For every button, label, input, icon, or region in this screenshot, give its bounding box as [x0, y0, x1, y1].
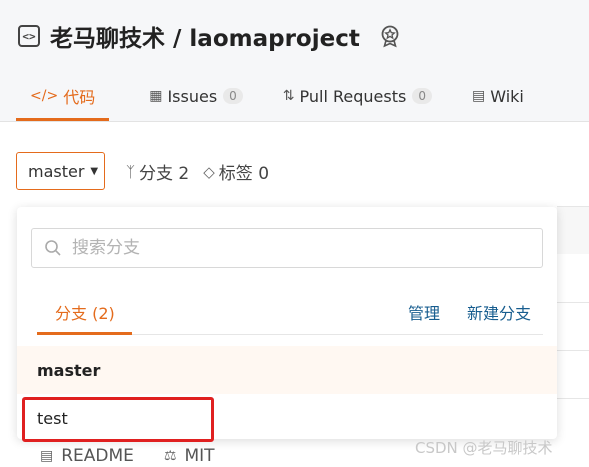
current-branch-label: master [28, 161, 85, 181]
document-icon: ▤ [40, 448, 54, 464]
branch-meta: ᛉ 分支 2 ◇ 标签 0 [126, 159, 283, 185]
new-branch-link[interactable]: 新建分支 [467, 300, 531, 324]
divider [557, 398, 589, 399]
watermark: CSDN @老马聊技术 [415, 439, 553, 457]
branch-select-dropdown[interactable]: master ▼ [16, 152, 105, 190]
tab-label: 代码 [63, 88, 96, 107]
issues-icon: ▦ [149, 88, 163, 104]
tag-icon: ◇ [203, 162, 215, 181]
repo-tabs: </> 代码 ▦ Issues 0 ⇅ Pull Requests 0 ▤ Wi… [16, 80, 564, 122]
award-icon[interactable] [376, 22, 404, 50]
branch-dropdown-tabs: 分支 (2) 管理 新建分支 [37, 291, 543, 335]
manage-branches-link[interactable]: 管理 [408, 300, 440, 324]
readme-label: README [61, 446, 134, 466]
divider [557, 350, 589, 351]
branch-search-input[interactable] [72, 238, 492, 258]
license-label: MIT [184, 446, 215, 466]
search-icon [45, 240, 61, 256]
repo-files-footer: ▤ README ⚖ MIT [40, 446, 245, 466]
tab-label: Pull Requests [299, 86, 407, 106]
tab-branches[interactable]: 分支 (2) [37, 300, 132, 335]
tab-label: Wiki [490, 86, 524, 106]
wiki-icon: ▤ [471, 88, 486, 104]
branch-item-master[interactable]: master [17, 346, 557, 394]
readme-link[interactable]: ▤ README [40, 446, 134, 466]
tab-code[interactable]: </> 代码 [16, 80, 110, 121]
tab-pull-requests[interactable]: ⇅ Pull Requests 0 [283, 80, 432, 112]
branches-count-label: 分支 2 [139, 164, 190, 184]
tab-label: Issues [167, 86, 218, 106]
issues-count-badge: 0 [223, 88, 243, 104]
branches-link[interactable]: ᛉ 分支 2 [126, 159, 190, 185]
branch-icon: ᛉ [126, 162, 136, 181]
divider [557, 302, 589, 303]
code-icon: <> [18, 25, 40, 47]
tags-link[interactable]: ◇ 标签 0 [203, 159, 270, 185]
tab-issues[interactable]: ▦ Issues 0 [149, 80, 243, 112]
branch-search-field[interactable] [31, 228, 543, 268]
tab-wiki[interactable]: ▤ Wiki [472, 80, 524, 112]
license-link[interactable]: ⚖ MIT [164, 446, 215, 466]
file-list-header [557, 206, 589, 254]
pull-requests-count-badge: 0 [412, 88, 432, 104]
repo-header: <> 老马聊技术 / laomaproject </> 代码 ▦ Issues … [0, 0, 589, 122]
tags-count-label: 标签 0 [218, 164, 270, 184]
caret-down-icon: ▼ [90, 165, 99, 177]
repo-title[interactable]: 老马聊技术 / laomaproject [50, 19, 360, 53]
repo-title-row: <> 老马聊技术 / laomaproject [18, 20, 404, 52]
code-icon: </> [30, 88, 59, 104]
highlight-annotation [22, 397, 214, 442]
scale-icon: ⚖ [163, 448, 177, 464]
pull-request-icon: ⇅ [282, 88, 295, 104]
